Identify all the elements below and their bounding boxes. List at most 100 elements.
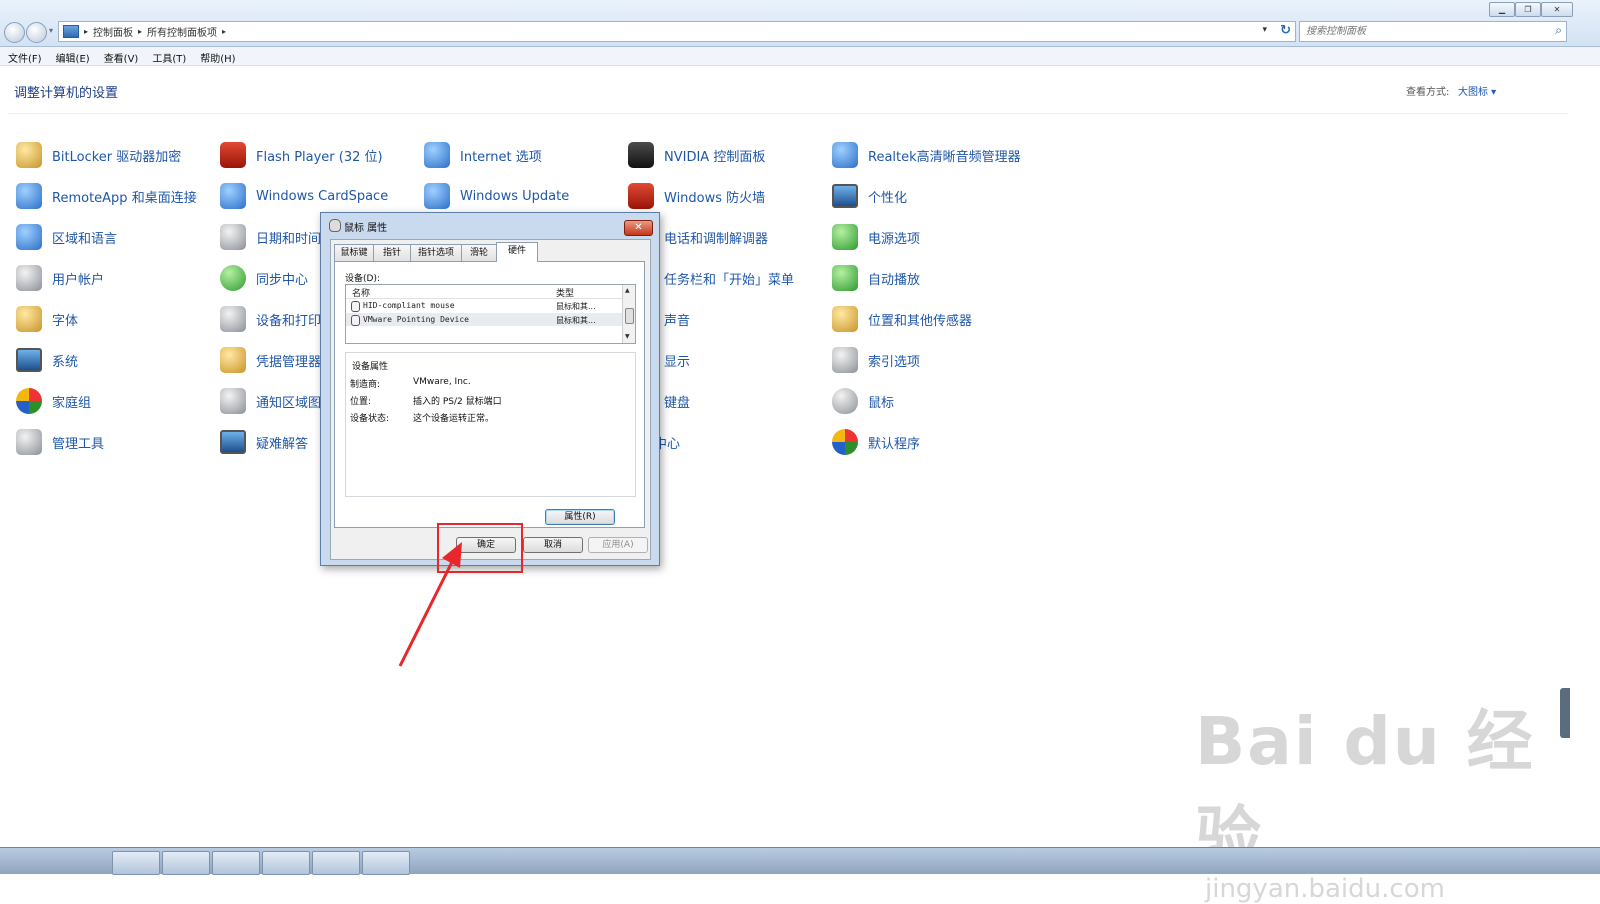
cp-item-nvidia[interactable]: NVIDIA 控制面板 bbox=[628, 140, 765, 170]
tab-hardware[interactable]: 硬件 bbox=[496, 242, 538, 262]
menu-bar: 文件(F) 编辑(E) 查看(V) 工具(T) 帮助(H) bbox=[0, 47, 1600, 66]
breadcrumb-all-items[interactable]: 所有控制面板项 bbox=[147, 24, 217, 39]
cancel-button[interactable]: 取消 bbox=[523, 537, 583, 553]
cp-item-datetime[interactable]: 日期和时间 bbox=[220, 222, 321, 252]
tab-pointers[interactable]: 指针 bbox=[373, 244, 411, 261]
breadcrumb-control-panel[interactable]: 控制面板 bbox=[93, 24, 133, 39]
cp-item-cardspace[interactable]: Windows CardSpace bbox=[220, 181, 388, 211]
minimize-button[interactable]: ▁ bbox=[1489, 2, 1515, 17]
menu-tools[interactable]: 工具(T) bbox=[144, 47, 192, 65]
cp-item-indexing[interactable]: 索引选项 bbox=[832, 345, 920, 375]
device-row[interactable]: HID-compliant mouse 鼠标和其... bbox=[346, 299, 622, 312]
cp-item-system[interactable]: 系统 bbox=[16, 345, 78, 375]
admin-tools-icon bbox=[16, 429, 42, 455]
cp-item-homegroup[interactable]: 家庭组 bbox=[16, 386, 91, 416]
cp-item-credential[interactable]: 凭据管理器 bbox=[220, 345, 321, 375]
menu-help[interactable]: 帮助(H) bbox=[192, 47, 241, 65]
dialog-title: 鼠标 属性 bbox=[344, 223, 388, 234]
chevron-right-icon[interactable]: ▸ bbox=[138, 27, 142, 36]
fonts-icon bbox=[16, 306, 42, 332]
manufacturer-label: 制造商: bbox=[350, 380, 381, 390]
view-mode-dropdown[interactable]: 大图标 ▾ bbox=[1458, 83, 1496, 98]
dialog-close-button[interactable]: ✕ bbox=[624, 220, 653, 236]
cp-item-flash-player[interactable]: Flash Player (32 位) bbox=[220, 140, 383, 170]
cp-item-internet-options[interactable]: Internet 选项 bbox=[424, 140, 542, 170]
menu-file[interactable]: 文件(F) bbox=[0, 47, 48, 65]
recent-pages-dropdown[interactable]: ▾ bbox=[49, 26, 53, 35]
cp-item-remoteapp[interactable]: RemoteApp 和桌面连接 bbox=[16, 181, 197, 211]
forward-button[interactable] bbox=[26, 22, 47, 43]
close-window-button[interactable]: ✕ bbox=[1541, 2, 1573, 17]
menu-edit[interactable]: 编辑(E) bbox=[48, 47, 96, 65]
cp-item-troubleshoot[interactable]: 疑难解答 bbox=[220, 427, 308, 457]
column-type-header[interactable]: 类型 bbox=[556, 286, 574, 299]
cp-item-bitlocker[interactable]: BitLocker 驱动器加密 bbox=[16, 140, 181, 170]
taskbar-button[interactable] bbox=[262, 851, 310, 875]
credential-icon bbox=[220, 347, 246, 373]
location-value: 插入的 PS/2 鼠标端口 bbox=[413, 397, 502, 407]
tab-pointer-options[interactable]: 指针选项 bbox=[410, 244, 462, 261]
cp-item-autoplay[interactable]: 自动播放 bbox=[832, 263, 920, 293]
firewall-icon bbox=[628, 183, 654, 209]
address-bar[interactable]: ▸ 控制面板 ▸ 所有控制面板项 ▸ ▾ ↻ bbox=[58, 21, 1296, 42]
scroll-up-icon[interactable]: ▲ bbox=[625, 287, 630, 294]
column-name-header[interactable]: 名称 bbox=[352, 286, 370, 299]
taskbar-button[interactable] bbox=[162, 851, 210, 875]
scroll-thumb[interactable] bbox=[625, 308, 634, 324]
homegroup-icon bbox=[16, 388, 42, 414]
dialog-body: 鼠标键 指针 指针选项 滑轮 硬件 设备(D): 名称 类型 HID-compl… bbox=[330, 239, 651, 560]
remoteapp-icon bbox=[16, 183, 42, 209]
default-programs-icon bbox=[832, 429, 858, 455]
taskbar-button[interactable] bbox=[362, 851, 410, 875]
cp-item-firewall[interactable]: Windows 防火墙 bbox=[628, 181, 765, 211]
taskbar bbox=[0, 847, 1600, 875]
system-icon bbox=[16, 348, 42, 372]
chevron-right-icon[interactable]: ▸ bbox=[84, 27, 88, 36]
chevron-right-icon[interactable]: ▸ bbox=[222, 27, 226, 36]
tab-wheel[interactable]: 滑轮 bbox=[461, 244, 497, 261]
tab-buttons[interactable]: 鼠标键 bbox=[334, 244, 374, 261]
hardware-tab-panel: 设备(D): 名称 类型 HID-compliant mouse 鼠标和其...… bbox=[334, 261, 645, 528]
device-row-selected[interactable]: VMware Pointing Device 鼠标和其... bbox=[346, 313, 622, 326]
taskbar-button[interactable] bbox=[312, 851, 360, 875]
dialog-title-bar[interactable]: 鼠标 属性 ✕ bbox=[321, 213, 659, 236]
taskbar-button[interactable] bbox=[212, 851, 260, 875]
cp-item-devices-printers[interactable]: 设备和打印 bbox=[220, 304, 321, 334]
refresh-icon[interactable]: ↻ bbox=[1280, 23, 1291, 38]
cp-item-default-programs[interactable]: 默认程序 bbox=[832, 427, 920, 457]
device-list-header: 名称 类型 bbox=[346, 285, 622, 299]
scroll-down-icon[interactable]: ▼ bbox=[625, 333, 630, 340]
cp-item-notification-icons[interactable]: 通知区域图 bbox=[220, 386, 321, 416]
cp-item-fonts[interactable]: 字体 bbox=[16, 304, 78, 334]
address-dropdown-icon[interactable]: ▾ bbox=[1262, 25, 1267, 35]
cp-item-user-accounts[interactable]: 用户帐户 bbox=[16, 263, 104, 293]
back-button[interactable] bbox=[4, 22, 25, 43]
search-box[interactable]: ⌕ bbox=[1299, 21, 1567, 42]
mouse-icon bbox=[351, 315, 360, 326]
cp-item-sensors[interactable]: 位置和其他传感器 bbox=[832, 304, 972, 334]
cp-item-power[interactable]: 电源选项 bbox=[832, 222, 920, 252]
taskbar-button[interactable] bbox=[112, 851, 160, 875]
divider bbox=[8, 113, 1568, 114]
search-input[interactable] bbox=[1300, 22, 1548, 41]
device-list[interactable]: 名称 类型 HID-compliant mouse 鼠标和其... VMware… bbox=[345, 284, 636, 344]
cp-item-sync-center[interactable]: 同步中心 bbox=[220, 263, 308, 293]
side-gadget-tab[interactable] bbox=[1560, 688, 1570, 738]
datetime-icon bbox=[220, 224, 246, 250]
apply-button[interactable]: 应用(A) bbox=[588, 537, 648, 553]
search-icon[interactable]: ⌕ bbox=[1555, 23, 1562, 38]
cp-item-admin-tools[interactable]: 管理工具 bbox=[16, 427, 104, 457]
cp-item-realtek[interactable]: Realtek高清晰音频管理器 bbox=[832, 140, 1021, 170]
maximize-button[interactable]: ❐ bbox=[1515, 2, 1541, 17]
cp-item-region[interactable]: 区域和语言 bbox=[16, 222, 117, 252]
cp-item-mouse[interactable]: 鼠标 bbox=[832, 386, 894, 416]
cp-item-windows-update[interactable]: Windows Update bbox=[424, 181, 569, 211]
device-list-scrollbar[interactable]: ▲ ▼ bbox=[622, 285, 635, 343]
properties-button[interactable]: 属性(R) bbox=[545, 509, 615, 525]
flash-icon bbox=[220, 142, 246, 168]
cp-item-personalize[interactable]: 个性化 bbox=[832, 181, 907, 211]
mouse-icon bbox=[351, 301, 360, 312]
page-title: 调整计算机的设置 bbox=[14, 86, 119, 101]
menu-view[interactable]: 查看(V) bbox=[96, 47, 145, 65]
power-icon bbox=[832, 224, 858, 250]
